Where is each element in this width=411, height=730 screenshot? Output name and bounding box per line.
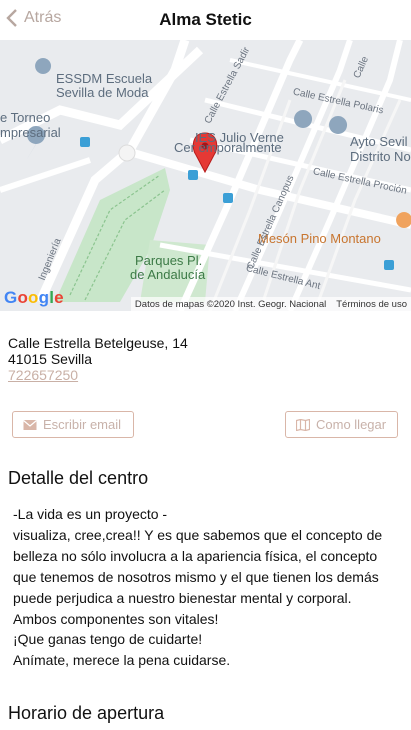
map-label-torneo: e Torneo	[0, 110, 51, 125]
app-header: Atrás Alma Stetic	[0, 0, 411, 40]
map-label-empresarial: mpresarial	[0, 125, 61, 140]
map-label-parques-2: de Andalucía	[130, 267, 206, 282]
map-label-ayto-1: Ayto Sevil	[350, 134, 408, 149]
email-button-label: Escribir email	[43, 417, 122, 432]
details-title: Detalle del centro	[8, 468, 149, 488]
description-line: Ambos componentes son vitales!	[13, 610, 219, 627]
page-title: Alma Stetic	[159, 10, 252, 29]
envelope-icon	[23, 419, 37, 430]
directions-button-label: Como llegar	[316, 417, 387, 432]
map-label-parques-1: Parques Pl.	[135, 253, 203, 268]
phone-link[interactable]: 722657250	[8, 367, 188, 383]
description-line: que tenemos de nosotros mismo y el que t…	[13, 568, 379, 585]
map-label-meson: Mesón Pino Montano	[258, 231, 381, 246]
description-line: -La vida es un proyecto -	[13, 506, 168, 522]
email-button[interactable]: Escribir email	[12, 411, 134, 438]
description-line: visualiza, cree,crea!! Y es que sabemos …	[13, 526, 383, 543]
map-attribution-bar: Datos de mapas ©2020 Inst. Geogr. Nacion…	[130, 297, 411, 311]
map-label-ies-2: Cer emporalmente	[174, 140, 282, 155]
description-line: puede perjudica a nuestro bienestar ment…	[13, 589, 352, 606]
description-line: Anímate, merece la pena cuidarse.	[13, 652, 231, 669]
map-label-essdm-2: Sevilla de Moda	[56, 85, 149, 100]
description-line: belleza no sólo involucra a la aparienci…	[13, 547, 378, 564]
description-line: ¡Que ganas tengo de cuidarte!	[13, 631, 203, 648]
map-label-essdm-1: ESSDM Escuela	[56, 71, 153, 86]
map-label-ayto-2: Distrito No	[350, 149, 411, 164]
hours-title: Horario de apertura	[8, 703, 165, 723]
details-description: -La vida es un proyecto - visualiza, cre…	[13, 504, 403, 671]
map-icon	[296, 418, 310, 431]
address-line-1: Calle Estrella Betelgeuse, 14	[8, 335, 188, 351]
directions-button[interactable]: Como llegar	[285, 411, 398, 438]
address-block: Calle Estrella Betelgeuse, 14 41015 Sevi…	[8, 335, 188, 383]
map-attribution: Datos de mapas ©2020 Inst. Geogr. Nacion…	[134, 298, 327, 310]
address-line-2: 41015 Sevilla	[8, 351, 93, 367]
location-map[interactable]: ESSDM Escuela Sevilla de Moda e Torneo m…	[0, 40, 411, 311]
google-logo: Google	[4, 288, 64, 307]
map-terms-link[interactable]: Términos de uso	[336, 299, 407, 310]
